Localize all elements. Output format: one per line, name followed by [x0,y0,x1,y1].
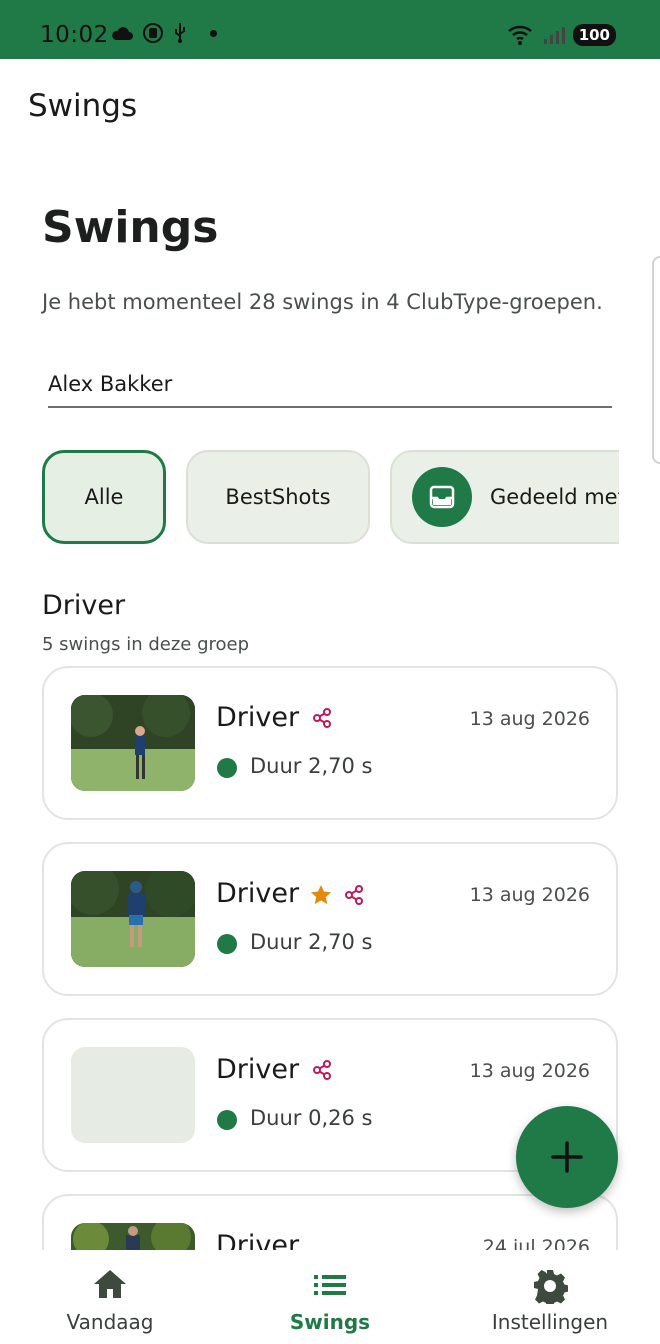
share-icon[interactable] [312,708,332,728]
group-title: Driver [42,590,126,621]
vpn-icon [143,23,163,43]
chip-label: Alle [84,485,124,509]
swing-card[interactable]: Driver 13 aug 2026 Duur 2,70 s [42,666,618,820]
swing-duration: Duur 2,70 s [250,754,373,778]
add-swing-button[interactable] [516,1106,618,1208]
card-icons [312,1060,332,1080]
swing-title: Driver [216,878,300,909]
swing-date: 13 aug 2026 [469,1060,590,1082]
status-dot [217,758,237,778]
swing-title: Driver [216,702,300,733]
swing-thumbnail [71,871,195,967]
usb-icon [175,23,185,43]
swing-card[interactable]: Driver 13 aug 2026 Duur 2,70 s [42,842,618,996]
home-icon [94,1270,126,1298]
status-icons-right: 100 [507,24,616,46]
nav-label: Swings [289,1310,371,1334]
page-title: Swings [42,202,219,253]
swing-date: 13 aug 2026 [469,884,590,906]
swing-title: Driver [216,1230,300,1250]
notification-dot-icon [210,29,217,37]
gear-icon [534,1270,568,1304]
star-icon[interactable] [310,884,332,906]
plus-icon [551,1141,583,1173]
swing-date: 13 aug 2026 [469,708,590,730]
bottom-navigation: Vandaag Swings Instellingen [0,1250,660,1344]
status-time: 10:02 [40,22,109,48]
app-bar-title: Swings [28,88,138,124]
chip-alle[interactable]: Alle [42,450,166,544]
status-dot [217,934,237,954]
share-icon[interactable] [312,1060,332,1080]
share-icon[interactable] [344,885,364,905]
group-subtitle: 5 swings in deze groep [42,634,250,655]
inbox-icon [412,467,472,527]
swing-thumbnail [71,1223,195,1250]
chip-bestshots[interactable]: BestShots [186,450,370,544]
signal-icon [543,27,565,44]
card-icons [312,708,332,728]
page-subtitle: Je hebt momenteel 28 swings in 4 ClubTyp… [42,290,603,314]
nav-label: Vandaag [66,1310,154,1334]
swing-thumbnail-placeholder [71,1047,195,1143]
card-icons [310,884,364,906]
status-bar: 10:02 100 [0,0,660,59]
swing-date: 24 jul 2026 [482,1236,590,1250]
nav-item-vandaag[interactable]: Vandaag [0,1250,220,1344]
search-input[interactable] [48,362,612,408]
nav-item-swings[interactable]: Swings [220,1250,440,1344]
swing-title: Driver [216,1054,300,1085]
scroll-indicator[interactable] [652,256,660,464]
battery-indicator: 100 [572,24,616,46]
swing-duration: Duur 2,70 s [250,930,373,954]
chip-gedeeld-met[interactable]: Gedeeld met [390,450,619,544]
chip-label: BestShots [225,485,331,509]
filter-chips: Alle BestShots Gedeeld met [42,450,619,546]
swing-card[interactable]: Driver 24 jul 2026 [42,1194,618,1250]
wifi-icon [507,25,532,45]
status-dot [217,1110,237,1130]
cloud-icon [112,27,133,40]
nav-item-instellingen[interactable]: Instellingen [440,1250,660,1344]
chip-label: Gedeeld met [490,485,619,509]
swing-duration: Duur 0,26 s [250,1106,373,1130]
status-icons-left [110,22,217,44]
list-icon [314,1275,346,1295]
nav-label: Instellingen [491,1310,609,1334]
swing-thumbnail [71,695,195,791]
